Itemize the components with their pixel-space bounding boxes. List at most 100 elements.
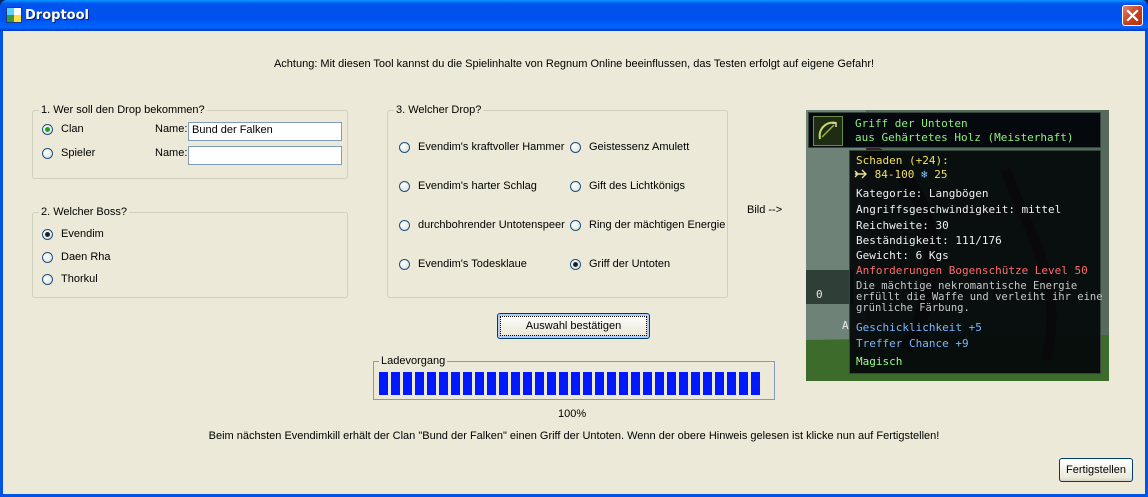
radio-spieler[interactable]: Spieler	[42, 147, 95, 159]
progress-block	[535, 372, 544, 395]
radio-clan[interactable]: Clan	[42, 123, 84, 135]
radio-drop-griff-button[interactable]	[570, 258, 581, 270]
radio-drop-griff[interactable]: Griff der Untoten	[570, 258, 670, 270]
damage-row: 84-100 ❄ 25	[854, 168, 948, 181]
stat-gewicht: Gewicht: 6 Kgs	[856, 249, 949, 262]
item-preview-image: 0 A Griff der Untoten aus Gehärtetes Hol…	[806, 110, 1109, 381]
progress-block	[463, 372, 472, 395]
boss-group: 2. Welcher Boss? Evendim Daen Rha Thorku…	[32, 206, 348, 298]
radio-drop-schlag-label: Evendim's harter Schlag	[418, 180, 537, 192]
close-icon	[1126, 9, 1139, 22]
close-button[interactable]	[1122, 5, 1143, 26]
bonus-geschicklichkeit: Geschicklichkeit +5	[856, 321, 982, 334]
spieler-name-field[interactable]	[188, 146, 342, 165]
progress-block	[403, 372, 412, 395]
drop-group: 3. Welcher Drop? Evendim's kraftvoller H…	[387, 104, 728, 298]
radio-drop-speer-button[interactable]	[399, 219, 410, 231]
radio-evendim-button[interactable]	[42, 228, 53, 240]
radio-daen-rha-label: Daen Rha	[61, 251, 111, 263]
progress-block	[703, 372, 712, 395]
progress-block	[715, 372, 724, 395]
progress-block	[727, 372, 736, 395]
progress-block	[523, 372, 532, 395]
drop-group-legend: 3. Welcher Drop?	[394, 104, 484, 116]
magic-label: Magisch	[856, 355, 903, 368]
progress-block	[487, 372, 496, 395]
progress-block	[643, 372, 652, 395]
progress-block	[655, 372, 664, 395]
item-name: Griff der Untoten	[855, 117, 968, 130]
radio-drop-ring-button[interactable]	[570, 219, 581, 231]
recipient-group-legend: 1. Wer soll den Drop bekommen?	[39, 104, 207, 116]
title-bar[interactable]: Droptool	[0, 0, 1148, 31]
radio-drop-hammer[interactable]: Evendim's kraftvoller Hammer	[399, 141, 564, 153]
progress-block	[631, 372, 640, 395]
radio-drop-todesklaue-label: Evendim's Todesklaue	[418, 258, 527, 270]
bild-label: Bild -->	[747, 204, 783, 216]
progress-block	[511, 372, 520, 395]
progress-bar	[379, 372, 763, 395]
radio-drop-ring[interactable]: Ring der mächtigen Energie	[570, 219, 725, 231]
frost-icon: ❄	[921, 168, 928, 181]
progress-block	[391, 372, 400, 395]
frost-value: 25	[934, 168, 948, 181]
clan-name-label: Name:	[155, 123, 188, 135]
radio-drop-schlag[interactable]: Evendim's harter Schlag	[399, 180, 537, 192]
progress-block	[595, 372, 604, 395]
radio-thorkul-button[interactable]	[42, 273, 53, 285]
progress-block	[667, 372, 676, 395]
radio-drop-schlag-button[interactable]	[399, 180, 410, 192]
progress-block	[379, 372, 388, 395]
tooltip-header: Griff der Untoten aus Gehärtetes Holz (M…	[808, 112, 1101, 148]
radio-drop-speer-label: durchbohrender Untotenspeer	[418, 219, 565, 231]
window-title: Droptool	[25, 8, 89, 23]
radio-evendim[interactable]: Evendim	[42, 228, 104, 240]
damage-header: Schaden (+24):	[856, 154, 949, 167]
radio-clan-button[interactable]	[42, 123, 53, 135]
progress-percent: 100%	[558, 408, 587, 420]
confirm-selection-button[interactable]: Auswahl bestätigen	[497, 313, 650, 339]
scene-text-fragment: 0	[816, 288, 823, 301]
progress-block	[439, 372, 448, 395]
radio-thorkul[interactable]: Thorkul	[42, 273, 98, 285]
bonus-treffer: Treffer Chance +9	[856, 337, 969, 350]
item-material: aus Gehärtetes Holz (Meisterhaft)	[855, 131, 1074, 144]
clan-name-field[interactable]: Bund der Falken	[188, 122, 342, 141]
radio-drop-amulett[interactable]: Geistessenz Amulett	[570, 141, 689, 153]
progress-block	[475, 372, 484, 395]
radio-drop-todesklaue[interactable]: Evendim's Todesklaue	[399, 258, 527, 270]
radio-drop-speer[interactable]: durchbohrender Untotenspeer	[399, 219, 565, 231]
radio-drop-hammer-label: Evendim's kraftvoller Hammer	[418, 141, 565, 153]
radio-spieler-button[interactable]	[42, 147, 53, 159]
bow-item-icon	[813, 116, 843, 146]
radio-drop-amulett-button[interactable]	[570, 141, 581, 153]
stat-bestaendigkeit: Beständigkeit: 111/176	[856, 234, 1002, 247]
progress-block	[547, 372, 556, 395]
stat-kategorie: Kategorie: Langbögen	[856, 187, 989, 200]
droptool-window: Droptool Achtung: Mit diesen Tool kannst…	[0, 0, 1148, 497]
warning-text: Achtung: Mit diesen Tool kannst du die S…	[273, 58, 875, 70]
status-message: Beim nächsten Evendimkill erhält der Cla…	[208, 430, 940, 442]
progress-block	[619, 372, 628, 395]
radio-drop-gift-button[interactable]	[570, 180, 581, 192]
progress-group: Ladevorgang	[373, 355, 775, 400]
stat-angriff: Angriffsgeschwindigkeit: mittel	[856, 203, 1062, 216]
finish-button[interactable]: Fertigstellen	[1059, 458, 1133, 482]
progress-block	[583, 372, 592, 395]
radio-drop-todesklaue-button[interactable]	[399, 258, 410, 270]
radio-drop-ring-label: Ring der mächtigen Energie	[589, 219, 726, 231]
damage-value: 84-100	[874, 168, 915, 181]
radio-drop-hammer-button[interactable]	[399, 141, 410, 153]
stat-anforderungen: Anforderungen Bogenschütze Level 50	[856, 264, 1088, 277]
progress-block	[679, 372, 688, 395]
progress-block	[559, 372, 568, 395]
radio-drop-gift[interactable]: Gift des Lichtkönigs	[570, 180, 685, 192]
radio-drop-griff-label: Griff der Untoten	[589, 258, 671, 270]
progress-block	[499, 372, 508, 395]
radio-daen-rha-button[interactable]	[42, 251, 53, 263]
radio-daen-rha[interactable]: Daen Rha	[42, 251, 111, 263]
radio-spieler-label: Spieler	[61, 147, 96, 159]
progress-block	[415, 372, 424, 395]
spieler-name-label: Name:	[155, 147, 188, 159]
boss-group-legend: 2. Welcher Boss?	[39, 206, 130, 218]
